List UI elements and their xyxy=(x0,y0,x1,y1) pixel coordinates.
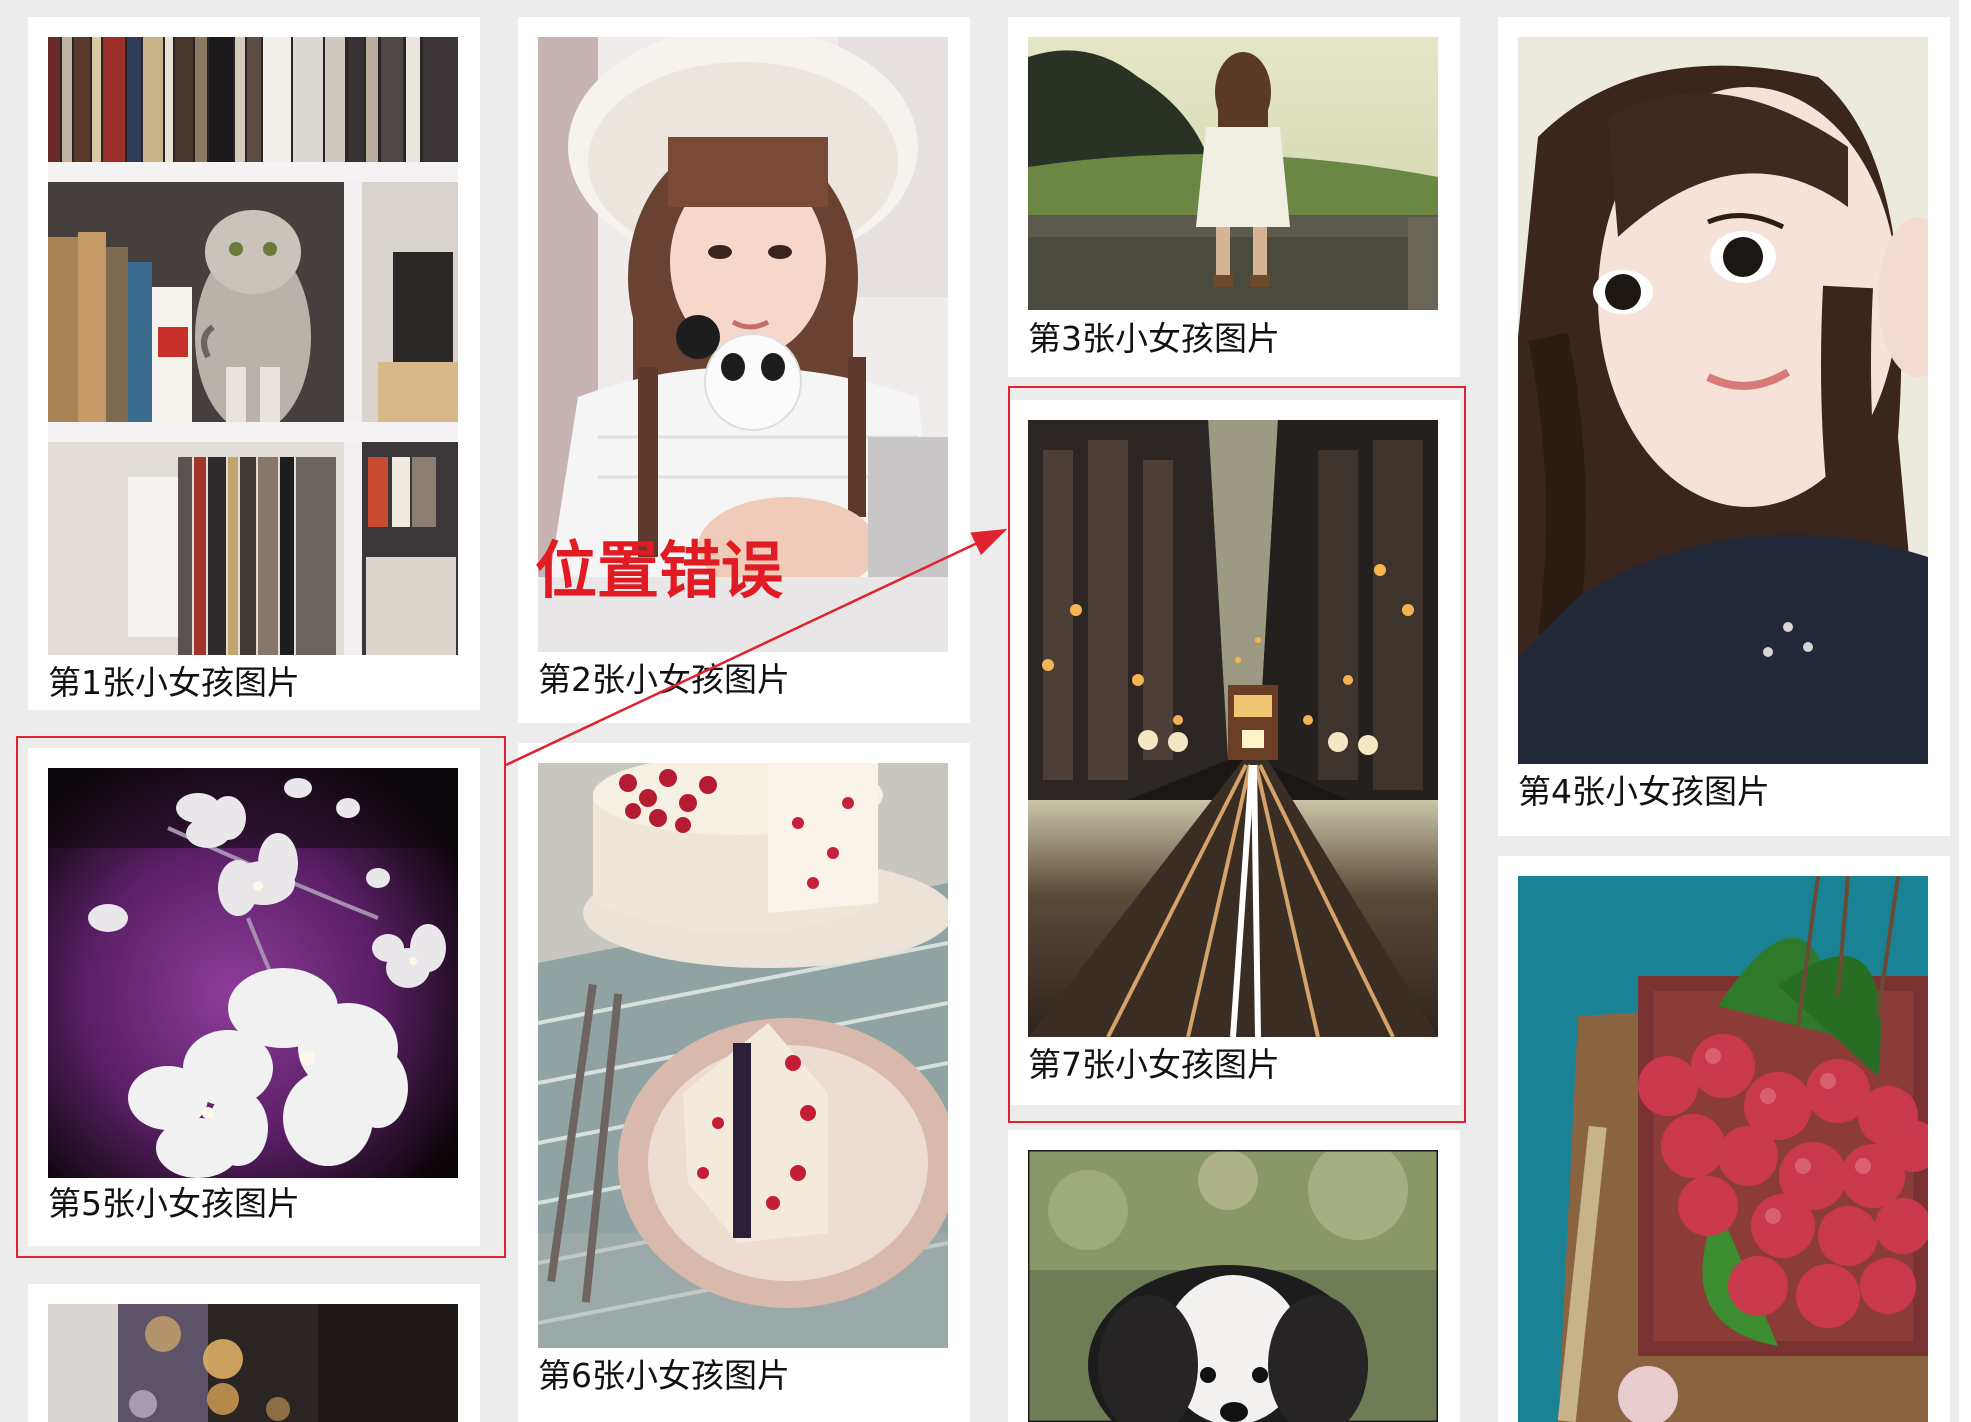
annotation-label: 位置错误 xyxy=(535,534,784,607)
annotation-arrow xyxy=(505,528,1008,767)
waterfall-gallery-page: 第1张小女孩图片 第5张小女孩图片 第2张小女孩图片 第6张小女孩图片 第3张小… xyxy=(0,0,1971,1422)
right-edge-strip xyxy=(1959,0,1971,1422)
